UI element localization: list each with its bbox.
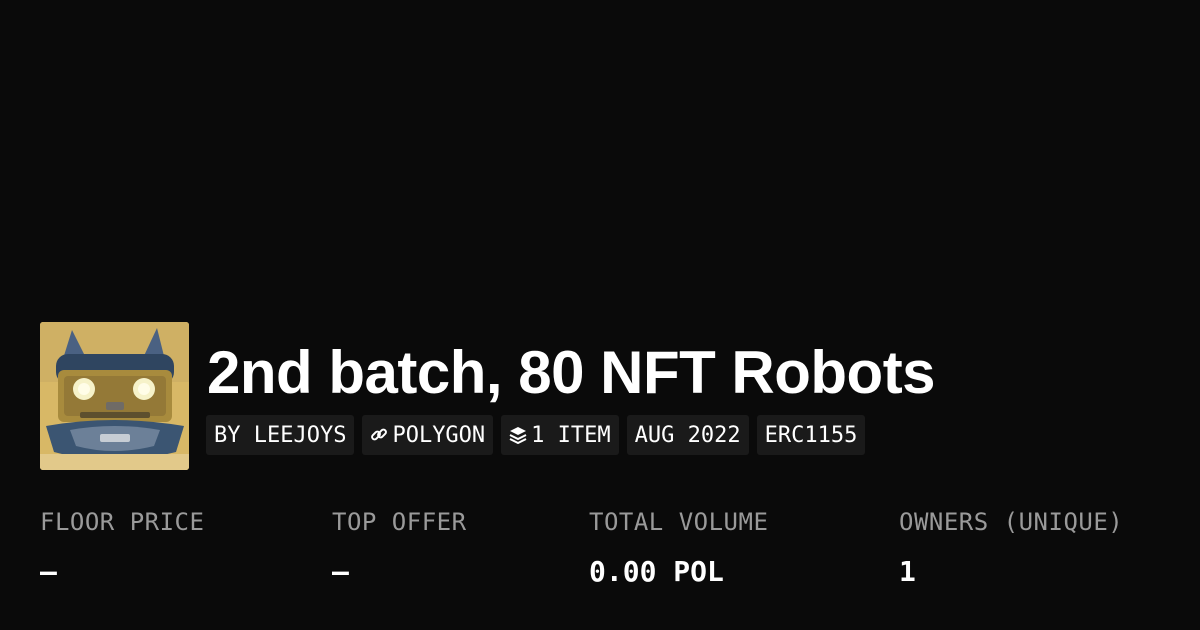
chain-label: POLYGON bbox=[392, 422, 486, 448]
collection-stats: FLOOR PRICE — TOP OFFER — TOTAL VOLUME 0… bbox=[0, 505, 1200, 605]
date-label: AUG 2022 bbox=[634, 422, 741, 448]
stat-label: FLOOR PRICE bbox=[40, 508, 205, 536]
stat-floor-price: FLOOR PRICE — bbox=[40, 505, 204, 589]
stat-value: 0.00 POL bbox=[589, 555, 724, 588]
stat-label: OWNERS (UNIQUE) bbox=[899, 508, 1124, 536]
standard-label: ERC1155 bbox=[764, 422, 858, 448]
collection-badges: BY LEEJOYS POLYGON 1 ITEM AUG 2022 ERC11… bbox=[206, 415, 866, 455]
link-chain-icon bbox=[370, 426, 388, 444]
chain-badge[interactable]: POLYGON bbox=[362, 415, 494, 455]
collection-title: 2nd batch, 80 NFT Robots bbox=[207, 339, 936, 406]
stat-value: — bbox=[332, 555, 349, 588]
stat-label: TOTAL VOLUME bbox=[589, 508, 769, 536]
creator-badge[interactable]: BY LEEJOYS bbox=[206, 415, 355, 455]
stat-label: TOP OFFER bbox=[332, 508, 467, 536]
collection-avatar bbox=[40, 322, 189, 470]
layers-stack-icon bbox=[509, 426, 527, 444]
stat-top-offer: TOP OFFER — bbox=[332, 505, 467, 589]
items-label: 1 ITEM bbox=[531, 422, 611, 448]
items-badge: 1 ITEM bbox=[501, 415, 619, 455]
stat-total-volume: TOTAL VOLUME 0.00 POL bbox=[589, 505, 768, 589]
standard-badge: ERC1155 bbox=[756, 415, 866, 455]
stat-value: — bbox=[40, 555, 57, 588]
stat-owners: OWNERS (UNIQUE) 1 bbox=[899, 505, 1123, 589]
creator-label: BY LEEJOYS bbox=[214, 422, 347, 448]
robot-avatar-image bbox=[40, 322, 189, 470]
date-badge: AUG 2022 bbox=[626, 415, 749, 455]
stat-value: 1 bbox=[899, 555, 916, 588]
